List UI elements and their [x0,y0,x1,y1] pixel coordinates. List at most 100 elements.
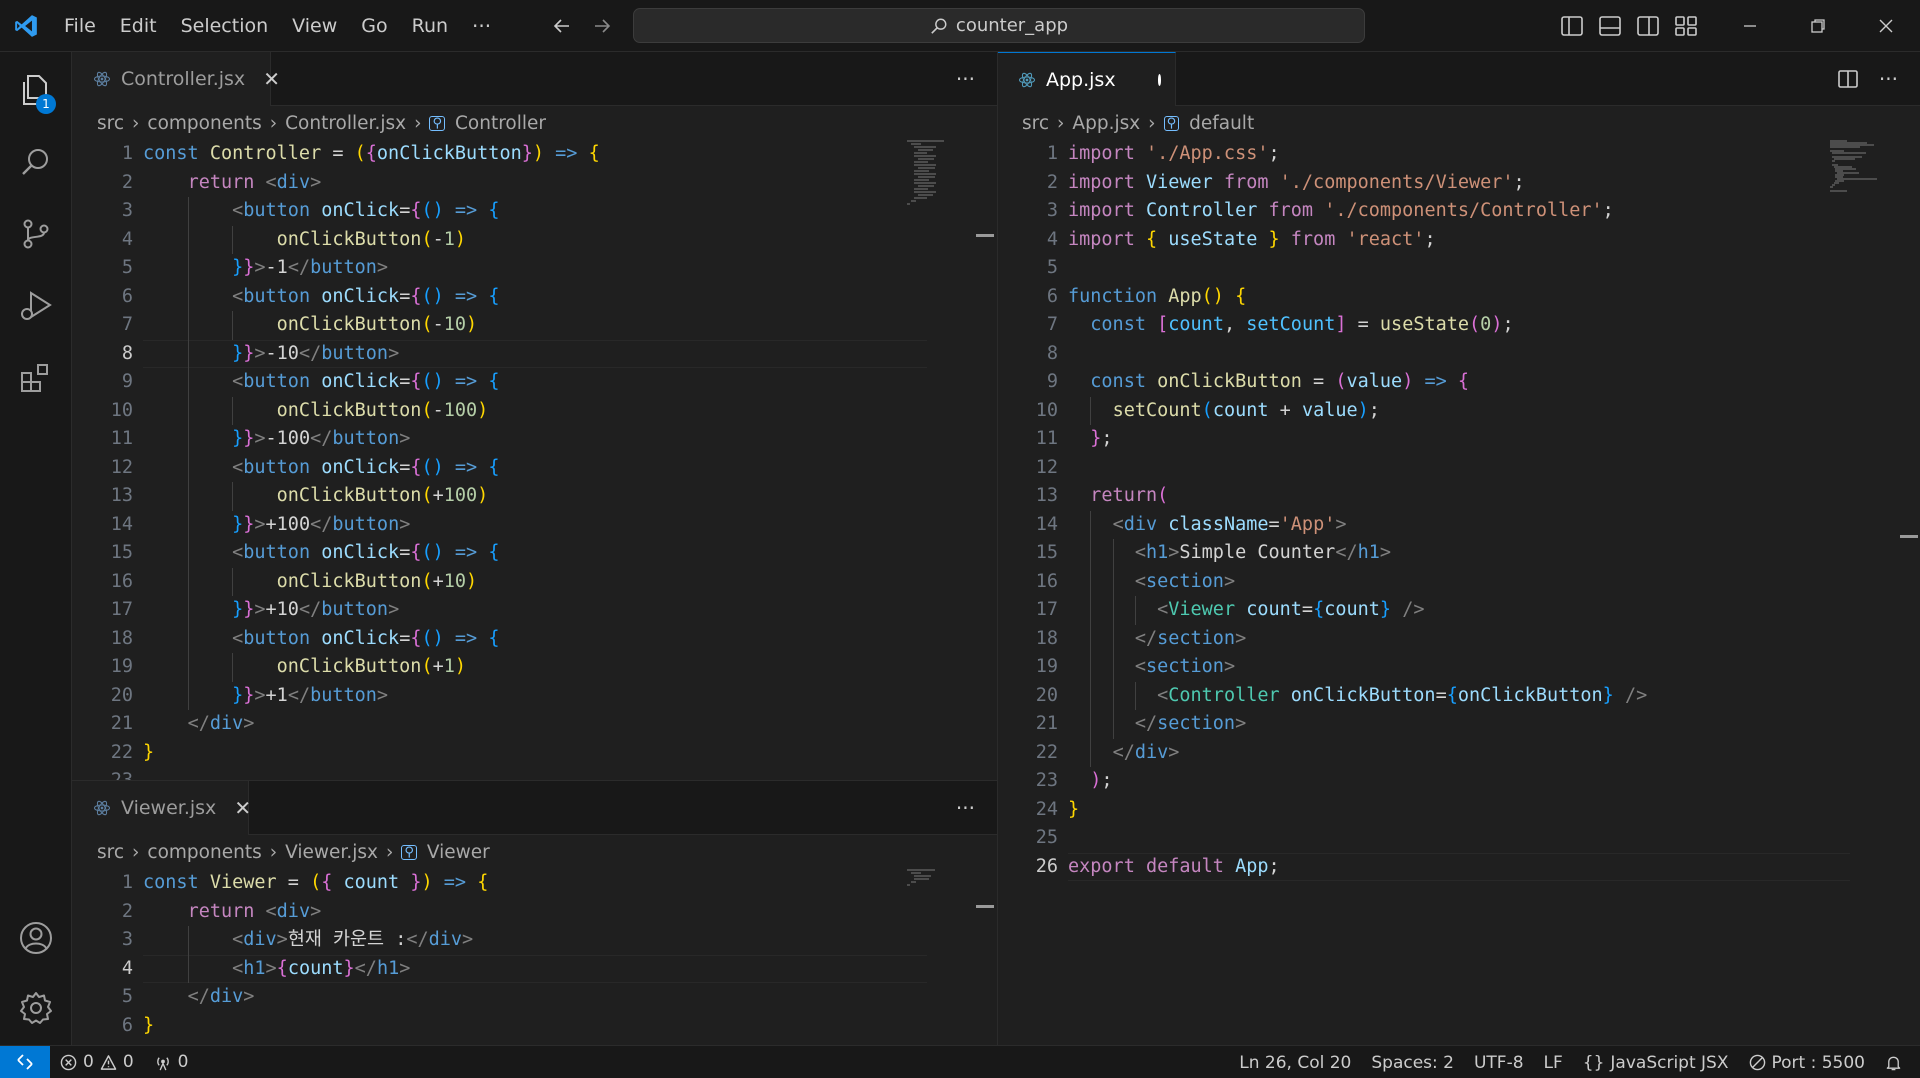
problems-indicator[interactable]: 0 0 [50,1052,144,1072]
minimap[interactable] [907,140,967,220]
code-token: ( [421,228,433,250]
notifications-bell-icon[interactable] [1875,1054,1920,1072]
remote-indicator-icon[interactable] [0,1045,50,1078]
minimap[interactable] [907,869,967,889]
tab-viewer-jsx[interactable]: Viewer.jsx ✕ [73,781,251,835]
line-number: 18 [110,627,133,649]
scrollbar-marker[interactable] [1900,535,1918,538]
end-of-line[interactable]: LF [1534,1053,1573,1073]
code-token: > [1223,570,1236,592]
settings-gear-icon[interactable] [0,972,72,1044]
ports-indicator[interactable]: 0 [144,1052,199,1072]
code-editor[interactable]: 1 const Controller = ({onClickButton}) =>… [73,140,997,780]
back-arrow-icon[interactable] [548,12,576,40]
line-number: 4 [1046,228,1058,250]
restore-icon[interactable] [1784,0,1852,52]
breadcrumb-item[interactable]: App.jsx [1072,113,1140,134]
code-editor[interactable]: 1 const Viewer = ({ count }) => {2 return… [73,869,997,1045]
breadcrumb-item[interactable]: components [147,842,261,863]
code-token: 100 [443,399,478,421]
line-content: return <div> [143,898,322,927]
more-actions-icon[interactable]: ··· [956,67,975,91]
close-window-icon[interactable] [1852,0,1920,52]
toggle-primary-sidebar-icon[interactable] [1560,15,1584,37]
breadcrumb-item[interactable]: default [1189,113,1254,134]
code-token: default [1145,855,1224,877]
menu-run[interactable]: Run [400,0,460,52]
minimap-line [914,188,928,190]
encoding[interactable]: UTF-8 [1464,1053,1534,1073]
close-tab-icon[interactable]: ✕ [234,796,251,820]
code-token: } [1602,684,1614,706]
scrollbar-marker[interactable] [976,234,994,237]
code-token: } [232,599,244,620]
line-number: 2 [121,900,133,922]
language-mode[interactable]: {} JavaScript JSX [1573,1053,1739,1073]
breadcrumb-item[interactable]: src [97,842,124,863]
code-token: button [321,342,389,364]
minimap[interactable] [1830,140,1890,200]
menu-file[interactable]: File [52,0,108,52]
breadcrumb-item[interactable]: Controller.jsx [285,113,406,134]
code-token: ; [1268,855,1280,877]
editor-divider-vertical[interactable] [997,52,998,1045]
more-actions-icon[interactable]: ··· [1879,67,1898,91]
breadcrumb-item[interactable]: Viewer [427,842,490,863]
code-token: > [1223,656,1236,677]
toggle-panel-icon[interactable] [1598,15,1622,37]
customize-layout-icon[interactable] [1674,15,1698,37]
line-content: } [143,739,154,768]
editor-divider-horizontal[interactable] [72,780,997,781]
explorer-icon[interactable]: 1 [0,54,72,126]
breadcrumb-item[interactable]: src [97,113,124,134]
command-center-search[interactable]: counter_app [633,8,1365,43]
breadcrumb-item[interactable]: src [1022,113,1049,134]
code-token: ) [532,143,544,164]
menu-edit[interactable]: Edit [108,0,169,52]
code-token: onClickButton [276,228,422,250]
toggle-secondary-sidebar-icon[interactable] [1636,15,1660,37]
line-number: 14 [110,513,133,535]
cursor-position[interactable]: Ln 26, Col 20 [1229,1053,1361,1073]
minimize-icon[interactable] [1716,0,1784,52]
more-actions-icon[interactable]: ··· [956,796,975,820]
code-token: > [376,257,389,278]
minimap-line [914,182,936,184]
code-token: - [432,314,444,335]
code-token: } [232,257,244,278]
code-token: < [232,200,244,221]
scrollbar-marker[interactable] [976,905,994,908]
live-server-port[interactable]: Port : 5500 [1739,1053,1876,1073]
menu-view[interactable]: View [280,0,349,52]
breadcrumb-item[interactable]: components [147,113,261,134]
breadcrumb-item[interactable]: Viewer.jsx [285,842,378,863]
code-token: Viewer [1145,171,1213,193]
code-editor[interactable]: 1 import './App.css'; 2 import Viewer from … [998,140,1920,1045]
forward-arrow-icon[interactable] [588,12,616,40]
extensions-icon[interactable] [0,342,72,414]
split-editor-icon[interactable] [1837,69,1859,89]
close-tab-icon[interactable]: ✕ [263,67,280,91]
indentation[interactable]: Spaces: 2 [1361,1053,1464,1073]
run-debug-icon[interactable] [0,270,72,342]
tab-controller-jsx[interactable]: Controller.jsx ✕ [73,52,280,106]
unsaved-dot-icon[interactable] [1157,73,1161,86]
tab-app-jsx[interactable]: App.jsx [998,52,1176,106]
code-token: const [143,872,210,893]
menu-more-button[interactable]: ··· [460,14,503,38]
menu-go[interactable]: Go [349,0,399,52]
code-token: button [332,513,400,535]
breadcrumb-item[interactable]: Controller [455,113,546,134]
line-number: 13 [1035,485,1058,506]
accounts-icon[interactable] [0,902,72,974]
line-number: 13 [110,485,133,506]
source-control-icon[interactable] [0,198,72,270]
code-token: { [321,872,333,893]
menu-selection[interactable]: Selection [169,0,281,52]
search-icon[interactable] [0,126,72,198]
code-token: > [254,428,266,449]
indent-guide [187,396,189,425]
